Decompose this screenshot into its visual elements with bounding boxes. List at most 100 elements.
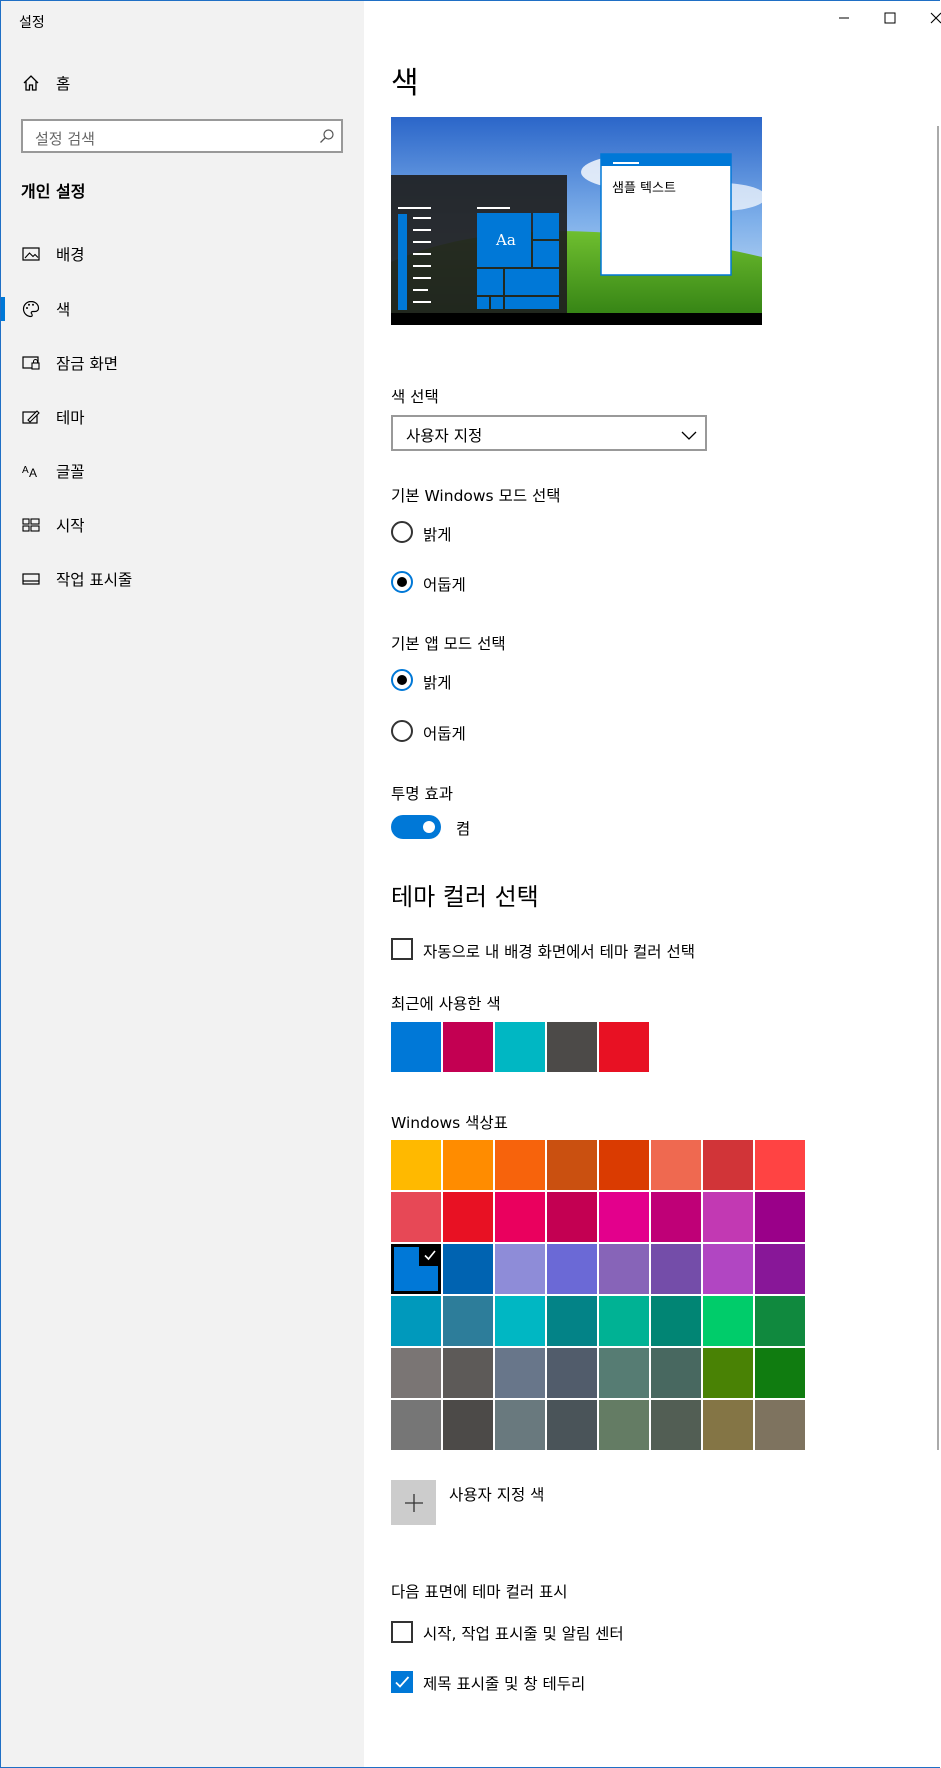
checkmark-icon xyxy=(395,1676,410,1688)
palette-color-swatch[interactable] xyxy=(495,1296,545,1346)
recent-color-swatch[interactable] xyxy=(391,1022,441,1072)
maximize-button[interactable] xyxy=(867,1,913,35)
transparency-toggle[interactable] xyxy=(391,815,441,839)
palette-color-swatch[interactable] xyxy=(651,1348,701,1398)
palette-color-swatch[interactable] xyxy=(495,1348,545,1398)
add-custom-color-button[interactable] xyxy=(391,1480,436,1525)
app-mode-light-radio[interactable] xyxy=(391,669,413,691)
custom-color-label[interactable]: 사용자 지정 색 xyxy=(449,1483,544,1505)
title-bars-checkbox[interactable] xyxy=(391,1671,413,1693)
palette-color-swatch[interactable] xyxy=(547,1140,597,1190)
palette-color-swatch[interactable] xyxy=(755,1140,805,1190)
recent-color-swatch[interactable] xyxy=(443,1022,493,1072)
app-mode-dark-radio[interactable] xyxy=(391,720,413,742)
palette-color-swatch[interactable] xyxy=(443,1244,493,1294)
windows-mode-light-radio[interactable] xyxy=(391,521,413,543)
palette-color-swatch[interactable] xyxy=(755,1348,805,1398)
auto-pick-checkbox[interactable] xyxy=(391,938,413,960)
palette-color-swatch[interactable] xyxy=(599,1140,649,1190)
sidebar-item-themes[interactable]: 테마 xyxy=(1,397,364,437)
auto-pick-label: 자동으로 내 배경 화면에서 테마 컬러 선택 xyxy=(423,943,695,961)
app-mode-label: 기본 앱 모드 선택 xyxy=(391,635,506,653)
sidebar-item-start[interactable]: 시작 xyxy=(1,505,364,545)
palette-color-swatch[interactable] xyxy=(443,1140,493,1190)
palette-label: Windows 색상표 xyxy=(391,1114,508,1132)
palette-color-swatch[interactable] xyxy=(755,1400,805,1450)
sidebar-item-home[interactable]: 홈 xyxy=(1,63,364,103)
palette-color-swatch[interactable] xyxy=(703,1296,753,1346)
sidebar-item-label: 테마 xyxy=(56,409,85,427)
palette-color-swatch[interactable] xyxy=(651,1296,701,1346)
title-bars-label: 제목 표시줄 및 창 테두리 xyxy=(423,1675,586,1693)
image-icon xyxy=(21,244,41,264)
palette-color-swatch[interactable] xyxy=(495,1400,545,1450)
home-icon xyxy=(21,73,41,93)
search-input[interactable]: 설정 검색 xyxy=(21,119,343,153)
recent-color-swatch[interactable] xyxy=(599,1022,649,1072)
search-icon[interactable] xyxy=(319,128,335,148)
palette-color-swatch[interactable] xyxy=(547,1348,597,1398)
palette-color-swatch[interactable] xyxy=(651,1400,701,1450)
palette-color-swatch[interactable] xyxy=(703,1348,753,1398)
palette-color-swatch[interactable] xyxy=(755,1244,805,1294)
font-icon: AA xyxy=(21,461,41,481)
palette-color-swatch[interactable] xyxy=(391,1140,441,1190)
search-placeholder: 설정 검색 xyxy=(35,130,95,148)
scrollbar[interactable] xyxy=(937,126,939,1450)
palette-color-swatch[interactable] xyxy=(495,1244,545,1294)
page-title: 색 xyxy=(391,66,419,101)
palette-color-swatch[interactable] xyxy=(391,1192,441,1242)
minimize-button[interactable] xyxy=(821,1,867,35)
palette-color-swatch[interactable] xyxy=(703,1400,753,1450)
palette-color-swatch[interactable] xyxy=(703,1244,753,1294)
sidebar-item-fonts[interactable]: AA 글꼴 xyxy=(1,451,364,491)
palette-color-swatch[interactable] xyxy=(495,1140,545,1190)
palette-color-swatch[interactable] xyxy=(443,1400,493,1450)
recent-color-swatch[interactable] xyxy=(495,1022,545,1072)
maximize-icon xyxy=(884,12,896,24)
palette-color-swatch[interactable] xyxy=(443,1296,493,1346)
palette-color-swatch[interactable] xyxy=(391,1296,441,1346)
color-preview: Aa 샘플 텍스트 xyxy=(391,117,762,325)
transparency-state: 켬 xyxy=(456,820,471,838)
palette-color-swatch[interactable] xyxy=(599,1192,649,1242)
palette-color-swatch[interactable] xyxy=(547,1296,597,1346)
sidebar-home-label: 홈 xyxy=(56,75,71,93)
color-choice-dropdown[interactable]: 사용자 지정 xyxy=(391,415,707,451)
start-taskbar-checkbox[interactable] xyxy=(391,1621,413,1643)
palette-color-swatch[interactable] xyxy=(495,1192,545,1242)
palette-color-swatch[interactable] xyxy=(443,1192,493,1242)
windows-mode-dark-radio[interactable] xyxy=(391,571,413,593)
palette-color-swatch[interactable] xyxy=(599,1244,649,1294)
palette-color-swatch[interactable] xyxy=(703,1140,753,1190)
dropdown-value: 사용자 지정 xyxy=(406,427,483,445)
palette-color-swatch[interactable] xyxy=(391,1400,441,1450)
close-button[interactable] xyxy=(913,1,941,35)
palette-color-swatch[interactable] xyxy=(703,1192,753,1242)
lock-screen-icon xyxy=(21,353,41,373)
sidebar-item-taskbar[interactable]: 작업 표시줄 xyxy=(1,559,364,599)
palette-color-swatch[interactable] xyxy=(599,1296,649,1346)
sidebar-item-lock-screen[interactable]: 잠금 화면 xyxy=(1,343,364,383)
sidebar-item-background[interactable]: 배경 xyxy=(1,234,364,274)
windows-mode-label: 기본 Windows 모드 선택 xyxy=(391,487,561,505)
app-mode-dark-label: 어둡게 xyxy=(423,725,466,743)
sidebar-item-label: 작업 표시줄 xyxy=(56,571,133,589)
sidebar-item-color[interactable]: 색 xyxy=(1,289,364,329)
recent-color-swatch[interactable] xyxy=(547,1022,597,1072)
palette-color-swatch[interactable] xyxy=(651,1192,701,1242)
palette-color-swatch[interactable] xyxy=(755,1296,805,1346)
minimize-icon xyxy=(839,17,849,19)
palette-color-swatch[interactable] xyxy=(651,1140,701,1190)
palette-color-swatch[interactable] xyxy=(391,1348,441,1398)
palette-color-swatch[interactable] xyxy=(599,1400,649,1450)
palette-color-swatch[interactable] xyxy=(651,1244,701,1294)
palette-color-swatch[interactable] xyxy=(391,1244,441,1294)
palette-color-swatch[interactable] xyxy=(547,1400,597,1450)
palette-color-swatch[interactable] xyxy=(443,1348,493,1398)
sidebar-item-label: 배경 xyxy=(56,246,85,264)
palette-color-swatch[interactable] xyxy=(547,1192,597,1242)
palette-color-swatch[interactable] xyxy=(547,1244,597,1294)
palette-color-swatch[interactable] xyxy=(599,1348,649,1398)
palette-color-swatch[interactable] xyxy=(755,1192,805,1242)
